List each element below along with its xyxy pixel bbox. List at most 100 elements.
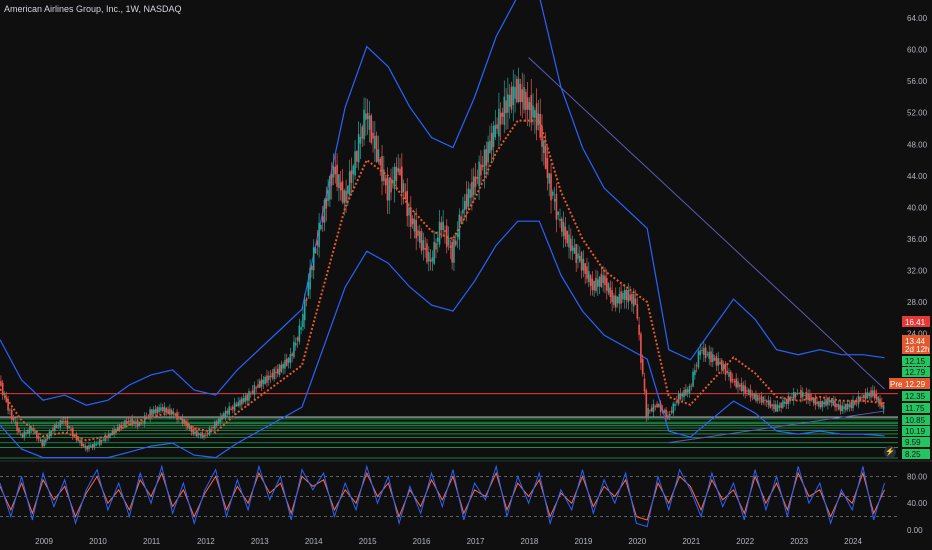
candle-body	[280, 364, 283, 372]
candle-body	[816, 401, 818, 405]
time-axis[interactable]: 2009 2010 2011 2012 2013 2014 2015 2016 2017 2018…	[35, 537, 862, 546]
candle-body	[316, 240, 319, 246]
candle-body	[712, 354, 714, 362]
candle-body	[620, 291, 622, 304]
price-pane[interactable]	[0, 0, 932, 462]
candle-body	[244, 395, 247, 402]
candle-body	[284, 359, 286, 369]
candle-body	[595, 277, 597, 291]
candle-body	[724, 363, 727, 375]
candle-body	[640, 333, 642, 363]
candle-body	[697, 351, 700, 368]
candle-body	[568, 234, 570, 248]
candle-body	[863, 394, 865, 399]
candle-body	[496, 124, 498, 129]
candle-body	[471, 181, 473, 198]
candle-body	[311, 265, 313, 271]
candle-body	[866, 392, 869, 399]
candle-body	[347, 185, 349, 194]
support-level-label: 12.35	[905, 392, 926, 401]
candle-body	[314, 248, 317, 254]
candle-body	[823, 402, 826, 405]
candle-body	[27, 429, 29, 434]
candle-body	[307, 282, 310, 296]
candle-body	[122, 424, 124, 426]
time-tick-label: 2018	[521, 537, 539, 546]
candle-body	[273, 368, 275, 379]
rsi-axis[interactable]: 80.00 40.00 0.00	[907, 472, 928, 535]
candle-body	[623, 290, 626, 300]
candle-body	[665, 409, 667, 418]
pre-market-price-label: 12.29	[905, 380, 926, 389]
candle-body	[582, 258, 585, 271]
candle-body	[106, 435, 108, 439]
candle-body	[269, 375, 272, 378]
candle-body	[508, 94, 511, 107]
price-chart[interactable]: 64.00 60.00 56.00 52.00 48.00 44.00 40.00 36.00…	[0, 0, 932, 550]
candle-body	[91, 443, 94, 448]
candle-body	[622, 293, 624, 300]
candle-body	[530, 95, 533, 123]
candle-body	[586, 266, 588, 279]
candle-body	[176, 412, 178, 420]
candle-body	[744, 385, 746, 394]
time-tick-label: 2011	[143, 537, 161, 546]
candle-body	[293, 341, 295, 358]
candle-body	[298, 325, 301, 342]
candle-body	[18, 428, 20, 433]
support-level-label: 10.85	[905, 416, 926, 425]
candle-body	[161, 407, 164, 411]
price-tick-label: 56.00	[907, 77, 928, 86]
candle-body	[54, 424, 56, 432]
candle-body	[413, 218, 416, 232]
candle-body	[16, 421, 18, 431]
candle-body	[205, 435, 207, 436]
candle-body	[760, 395, 763, 403]
candle-body	[778, 405, 781, 408]
candle-body	[537, 113, 540, 126]
time-tick-label: 2013	[251, 537, 269, 546]
candle-body	[23, 431, 26, 438]
candle-body	[667, 415, 669, 417]
candle-body	[803, 395, 806, 396]
candle-body	[773, 404, 775, 410]
support-level-label: 12.79	[905, 368, 926, 377]
candle-body	[131, 418, 133, 425]
time-tick-label: 2022	[736, 537, 754, 546]
candle-body	[417, 230, 419, 236]
candle-body	[237, 402, 240, 407]
candle-body	[708, 352, 711, 359]
candle-body	[129, 420, 132, 422]
candle-body	[557, 211, 560, 216]
candle-body	[102, 439, 105, 441]
rsi-pane[interactable]	[0, 464, 898, 528]
candle-body	[578, 255, 581, 262]
candle-body	[523, 86, 525, 110]
candle-body	[686, 389, 689, 393]
candle-body	[228, 406, 231, 415]
candle-body	[359, 137, 362, 144]
candle-body	[756, 394, 759, 401]
candle-body	[613, 295, 615, 305]
candle-body	[152, 409, 155, 414]
candle-body	[381, 156, 383, 182]
candle-body	[63, 420, 65, 422]
flash-icon[interactable]: ⚡	[884, 446, 896, 458]
candle-body	[165, 408, 168, 413]
candle-body	[882, 405, 885, 410]
candle-body	[584, 263, 586, 274]
candle-body	[235, 404, 238, 407]
candle-body	[647, 408, 649, 416]
candle-body	[372, 132, 374, 139]
candle-body	[25, 432, 27, 434]
candle-body	[224, 410, 227, 417]
candle-body	[683, 389, 685, 398]
candle-body	[251, 390, 254, 394]
candle-body	[544, 145, 547, 169]
candle-body	[9, 409, 11, 411]
candle-body	[248, 391, 250, 401]
candle-body	[352, 165, 355, 175]
price-tick-label: 44.00	[907, 172, 928, 181]
price-tick-label: 28.00	[907, 298, 928, 307]
price-tick-label: 40.00	[907, 203, 928, 212]
